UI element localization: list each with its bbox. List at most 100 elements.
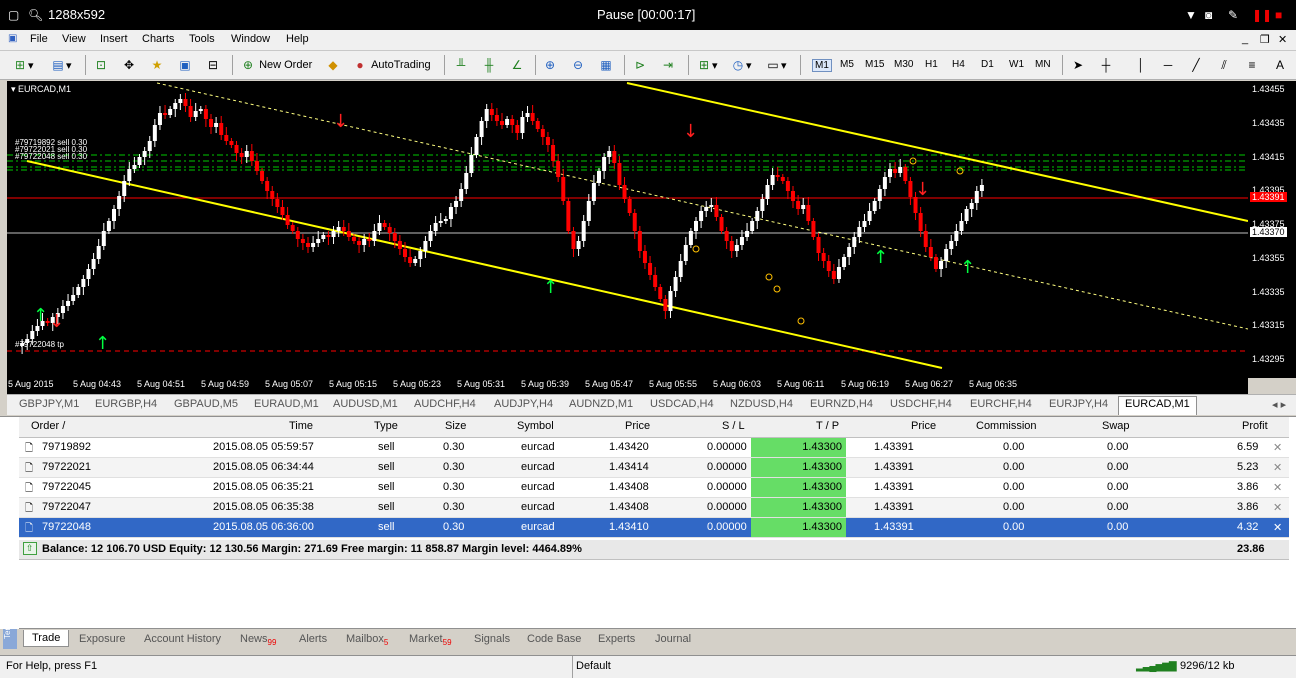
zoom-out-button[interactable]: ⊖: [570, 56, 586, 74]
col-tp[interactable]: T / P: [816, 420, 839, 432]
col-price[interactable]: Price: [625, 420, 650, 432]
tab-scroll-icon[interactable]: ◂ ▸: [1272, 398, 1286, 411]
table-row[interactable]: 🗋 79722021 2015.08.05 06:34:44 sell 0.30 eurc…: [19, 458, 1289, 478]
cursor-button[interactable]: ➤: [1070, 56, 1086, 74]
close-order-icon[interactable]: ✕: [1273, 441, 1282, 454]
col-time[interactable]: Time: [289, 420, 313, 432]
chart-tab[interactable]: USDCHF,H4: [890, 398, 952, 410]
candles-button[interactable]: ╫: [481, 56, 497, 74]
col-current-price[interactable]: Price: [911, 420, 936, 432]
table-row[interactable]: 🗋 79722047 2015.08.05 06:35:38 sell 0.30 eurc…: [19, 498, 1289, 518]
tab-trade[interactable]: Trade: [23, 630, 70, 647]
timeframe-d1[interactable]: D1: [981, 59, 994, 70]
close-order-icon[interactable]: ✕: [1273, 481, 1282, 494]
trendline-button[interactable]: ╱: [1188, 56, 1204, 74]
stop-icon[interactable]: ■: [1275, 8, 1282, 22]
col-commission[interactable]: Commission: [976, 420, 1037, 432]
market-watch-button[interactable]: ⊡: [93, 56, 109, 74]
timeframe-w1[interactable]: W1: [1009, 59, 1024, 70]
close-order-icon[interactable]: ✕: [1273, 501, 1282, 514]
fibonacci-button[interactable]: ≡: [1244, 56, 1260, 74]
tile-windows-button[interactable]: ▦: [598, 56, 614, 74]
chart-tab[interactable]: AUDCHF,H4: [414, 398, 476, 410]
chart-tab[interactable]: USDCAD,H4: [650, 398, 714, 410]
menu-file[interactable]: File: [30, 33, 48, 45]
chart-tab[interactable]: GBPJPY,M1: [19, 398, 79, 410]
col-type[interactable]: Type: [374, 420, 398, 432]
channel-upper-line[interactable]: [626, 82, 1248, 222]
menu-help[interactable]: Help: [286, 33, 309, 45]
new-order-button[interactable]: ⊕ New Order: [240, 56, 312, 74]
autoscroll-button[interactable]: ⊳: [632, 56, 648, 74]
chart-tab[interactable]: AUDUSD,M1: [333, 398, 398, 410]
periods-button[interactable]: ◷ ▾: [730, 56, 752, 74]
zoom-in-button[interactable]: ⊕: [542, 56, 558, 74]
tab-journal[interactable]: Journal: [655, 633, 691, 645]
chart-canvas[interactable]: ↑↑↑↑ ↑↓↓ ↓↓: [7, 81, 1248, 378]
table-row[interactable]: 🗋 79722048 2015.08.05 06:36:00 sell 0.30 eurc…: [19, 518, 1289, 538]
col-symbol[interactable]: Symbol: [517, 420, 554, 432]
tab-exposure[interactable]: Exposure: [79, 633, 125, 645]
tab-signals[interactable]: Signals: [474, 633, 510, 645]
channel-lower-line[interactable]: [26, 160, 943, 369]
timeframe-mn[interactable]: MN: [1035, 59, 1051, 70]
chart-tab[interactable]: EURNZD,H4: [810, 398, 873, 410]
tab-code-base[interactable]: Code Base: [527, 633, 581, 645]
menu-window[interactable]: Window: [231, 33, 270, 45]
timeframe-h1[interactable]: H1: [925, 59, 938, 70]
channel-middle-line[interactable]: [156, 82, 1248, 330]
templates-button[interactable]: ▭ ▾: [765, 56, 786, 74]
close-order-icon[interactable]: ✕: [1273, 521, 1282, 534]
autotrading-button[interactable]: ● AutoTrading: [352, 56, 430, 74]
favorites-button[interactable]: ★: [149, 56, 165, 74]
new-chart-button[interactable]: ⊞ ▾: [12, 56, 34, 74]
col-profit[interactable]: Profit: [1242, 420, 1268, 432]
camera-icon[interactable]: ◙: [1205, 8, 1212, 22]
pause-icon[interactable]: ❚❚: [1252, 8, 1272, 22]
profiles-button[interactable]: ▤ ▾: [50, 56, 71, 74]
pen-icon[interactable]: ✎: [1228, 8, 1238, 22]
table-row[interactable]: 🗋 79722045 2015.08.05 06:35:21 sell 0.30 eurc…: [19, 478, 1289, 498]
col-size[interactable]: Size: [445, 420, 466, 432]
chevron-down-icon[interactable]: ▼: [1185, 8, 1197, 22]
restore-icon[interactable]: ❐: [1260, 33, 1270, 46]
metaeditor-button[interactable]: ◆: [325, 56, 341, 74]
price-scale[interactable]: 1.43455 1.43435 1.43415 1.43395 1.43375 …: [1248, 81, 1296, 378]
menu-charts[interactable]: Charts: [142, 33, 174, 45]
line-chart-button[interactable]: ∠: [509, 56, 525, 74]
tester-button[interactable]: ⊟: [205, 56, 221, 74]
chart-tab[interactable]: NZDUSD,H4: [730, 398, 793, 410]
menu-view[interactable]: View: [62, 33, 86, 45]
col-swap[interactable]: Swap: [1102, 420, 1130, 432]
tab-experts[interactable]: Experts: [598, 633, 635, 645]
tab-mailbox[interactable]: Mailbox5: [346, 633, 388, 647]
navigator-button[interactable]: ✥: [121, 56, 137, 74]
chart-tab[interactable]: EURGBP,H4: [95, 398, 157, 410]
terminal-button[interactable]: ▣: [177, 56, 193, 74]
close-icon[interactable]: ✕: [1278, 33, 1287, 46]
tab-alerts[interactable]: Alerts: [299, 633, 327, 645]
text-button[interactable]: A: [1272, 56, 1288, 74]
time-scale[interactable]: 5 Aug 2015 5 Aug 04:43 5 Aug 04:51 5 Aug…: [7, 378, 1248, 394]
menu-insert[interactable]: Insert: [100, 33, 128, 45]
col-sl[interactable]: S / L: [722, 420, 745, 432]
timeframe-m30[interactable]: M30: [894, 59, 913, 70]
price-chart[interactable]: ↑ ↑ ↑ ↑ ↑ ↓ ↓ ↓ ↓ ▾ EURCAD,M1 #79719892 sell 0.3…: [7, 81, 1248, 378]
vertical-line-button[interactable]: │: [1133, 56, 1149, 74]
chart-shift-button[interactable]: ⇥: [660, 56, 676, 74]
timeframe-h4[interactable]: H4: [952, 59, 965, 70]
chart-tab[interactable]: GBPAUD,M5: [174, 398, 238, 410]
chart-tab[interactable]: AUDJPY,H4: [494, 398, 553, 410]
close-order-icon[interactable]: ✕: [1273, 461, 1282, 474]
timeframe-m15[interactable]: M15: [865, 59, 884, 70]
equidistant-channel-button[interactable]: ⫽: [1216, 56, 1232, 74]
table-row[interactable]: 🗋 79719892 2015.08.05 05:59:57 sell 0.30 eurc…: [19, 438, 1289, 458]
timeframe-m1[interactable]: M1: [812, 59, 832, 72]
chart-tab[interactable]: AUDNZD,M1: [569, 398, 633, 410]
chart-tab[interactable]: EURCHF,H4: [970, 398, 1032, 410]
horizontal-line-button[interactable]: ─: [1160, 56, 1176, 74]
tab-account-history[interactable]: Account History: [144, 633, 221, 645]
crosshair-button[interactable]: ┼: [1098, 56, 1114, 74]
tab-market[interactable]: Market59: [409, 633, 452, 647]
search-icon[interactable]: 🔍︎: [28, 8, 43, 22]
